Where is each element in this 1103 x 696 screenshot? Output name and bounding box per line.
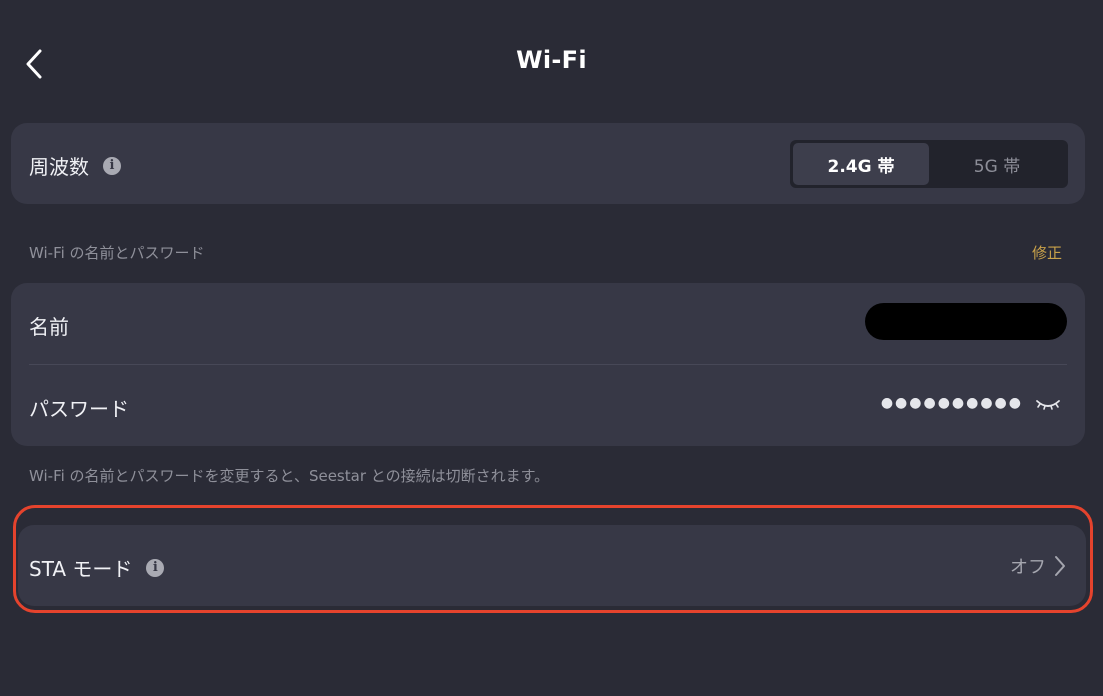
eye-closed-icon	[1036, 400, 1060, 410]
sta-mode-label-group: STA モード i	[29, 553, 165, 582]
info-icon[interactable]: i	[103, 156, 121, 175]
wifi-name-value-redacted	[865, 303, 1067, 340]
wifi-name-label: 名前	[29, 315, 69, 339]
password-value: ●●●●●●●●●●	[880, 395, 1023, 411]
frequency-segmented-control: 2.4G 帯 5G 帯	[790, 140, 1068, 188]
page-title: Wi-Fi	[516, 46, 587, 74]
password-row: パスワード ●●●●●●●●●●	[11, 365, 1085, 446]
sta-mode-label: STA モード	[29, 557, 133, 581]
info-icon[interactable]: i	[146, 558, 165, 577]
frequency-row: 周波数 i	[29, 151, 121, 180]
credentials-card: 名前 パスワード ●●●●●●●●●●	[11, 283, 1085, 446]
chevron-right-icon	[1055, 556, 1065, 576]
password-label: パスワード	[29, 397, 129, 421]
sta-mode-row[interactable]: STA モード i オフ	[18, 525, 1086, 606]
password-visibility-toggle[interactable]	[1035, 393, 1061, 415]
credentials-section-caption: Wi-Fi の名前とパスワード	[29, 244, 205, 262]
sta-mode-status: オフ	[1010, 557, 1046, 578]
wifi-name-row: 名前	[11, 283, 1085, 364]
frequency-option-2-4g[interactable]: 2.4G 帯	[793, 143, 929, 185]
wifi-settings-screen: Wi-Fi 周波数 i 2.4G 帯 5G 帯 Wi-Fi の名前とパスワード …	[0, 0, 1103, 696]
edit-button[interactable]: 修正	[1032, 242, 1062, 263]
frequency-label: 周波数	[29, 155, 89, 179]
disconnect-warning-note: Wi-Fi の名前とパスワードを変更すると、Seestar との接続は切断されま…	[29, 467, 550, 485]
frequency-card: 周波数 i 2.4G 帯 5G 帯	[11, 123, 1085, 204]
frequency-option-5g[interactable]: 5G 帯	[929, 143, 1065, 185]
sta-mode-value[interactable]: オフ	[1010, 553, 1066, 579]
